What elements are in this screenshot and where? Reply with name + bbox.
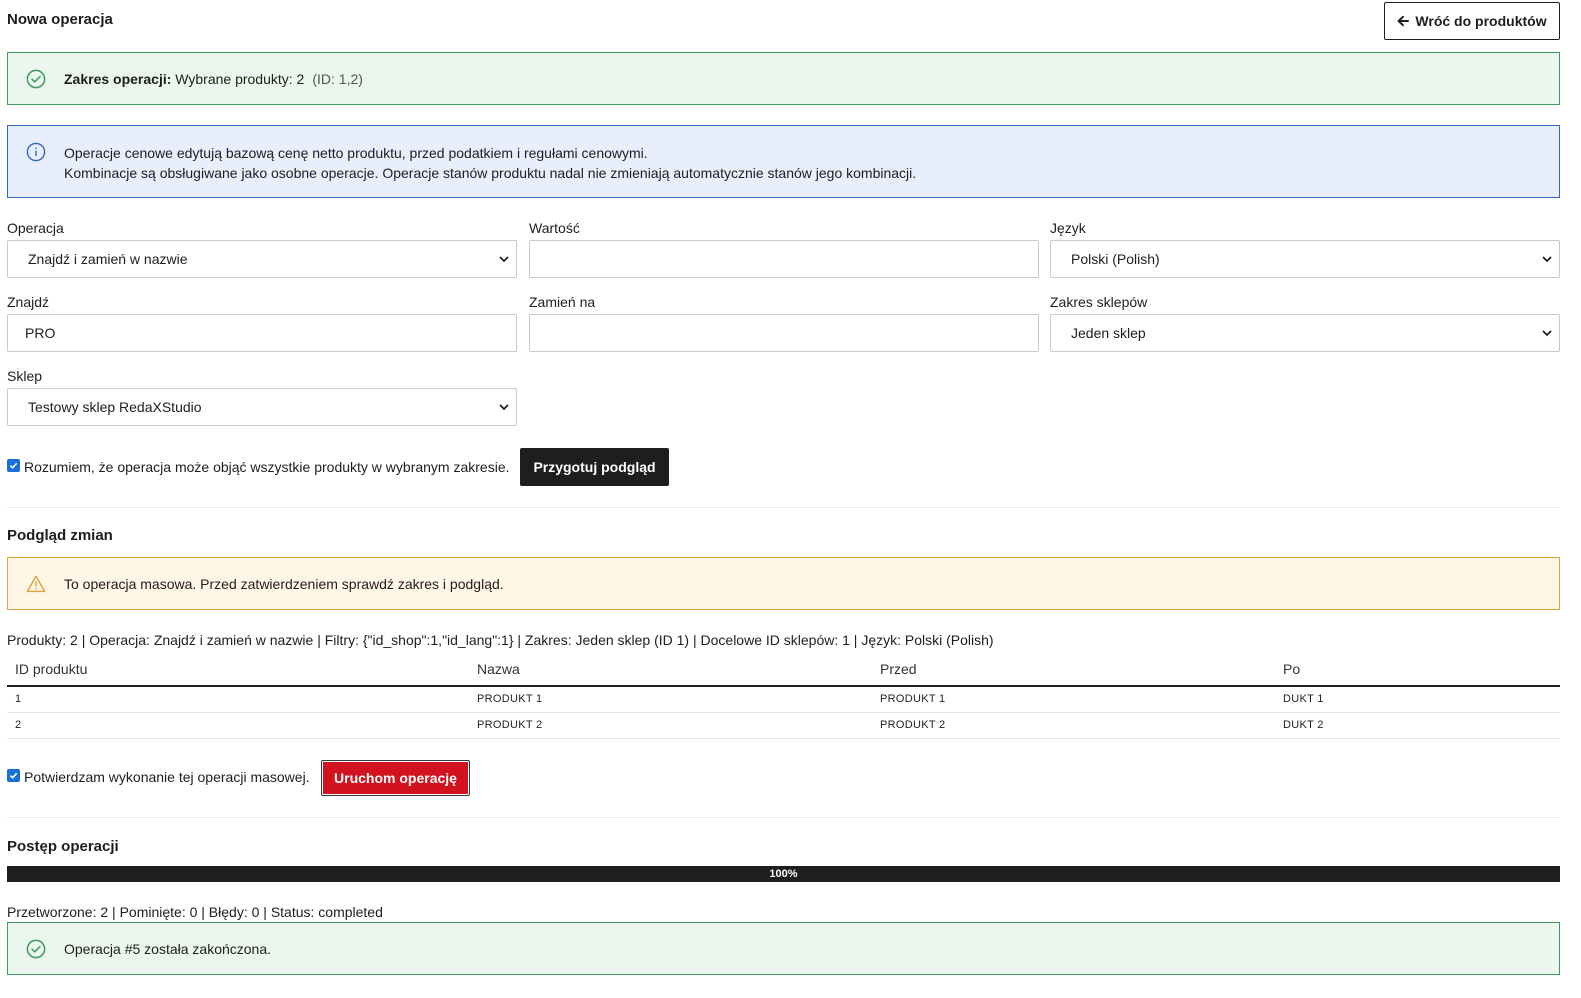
check-circle-icon	[26, 69, 46, 88]
cell-name: PRODUKT 2	[469, 712, 872, 739]
check-circle-icon	[26, 939, 46, 958]
replace-input-wrap	[529, 314, 1039, 352]
warning-triangle-icon	[26, 575, 46, 592]
confirm-scope-label: Rozumiem, że operacja może objąć wszystk…	[24, 459, 510, 475]
operation-label: Operacja	[7, 220, 64, 236]
confirm-scope-row: Rozumiem, że operacja może objąć wszystk…	[7, 457, 510, 477]
shop-scope-select-value: Jeden sklep	[1071, 325, 1146, 341]
shop-field: Sklep Testowy sklep RedaXStudio	[7, 368, 517, 426]
result-message: Operacja #5 została zakończona.	[64, 940, 272, 957]
shop-select[interactable]: Testowy sklep RedaXStudio	[7, 388, 517, 426]
language-label: Język	[1050, 220, 1086, 236]
scope-label: Zakres operacji:	[64, 70, 172, 87]
info-circle-icon	[26, 142, 46, 162]
column-header-id: ID produktu	[7, 653, 469, 687]
cell-before: PRODUKT 2	[872, 712, 1275, 739]
shop-scope-select[interactable]: Jeden sklep	[1050, 314, 1560, 352]
value-input[interactable]	[550, 241, 1038, 277]
progress-stats: Przetworzone: 2 | Pominięte: 0 | Błędy: …	[7, 904, 383, 920]
column-header-after: Po	[1275, 653, 1560, 687]
run-operation-button[interactable]: Uruchom operację	[321, 760, 470, 796]
progress-title: Postęp operacji	[7, 838, 119, 855]
preview-table: ID produktu Nazwa Przed Po 1 PRODUKT 1 P…	[7, 653, 1560, 739]
value-field: Wartość	[529, 220, 1039, 278]
prepare-preview-button[interactable]: Przygotuj podgląd	[520, 448, 669, 486]
progress-fill: 100%	[7, 866, 1560, 882]
replace-input[interactable]	[550, 315, 1038, 351]
back-button-label: Wróć do produktów	[1415, 13, 1547, 29]
scope-text: Wybrane produkty: 2	[175, 70, 305, 87]
find-field: Znajdź	[7, 294, 517, 352]
language-select[interactable]: Polski (Polish)	[1050, 240, 1560, 278]
scope-ids: (ID: 1,2)	[312, 70, 363, 87]
progress-bar: 100%	[7, 866, 1560, 882]
table-row: 1 PRODUKT 1 PRODUKT 1 DUKT 1	[7, 686, 1560, 713]
cell-id: 1	[7, 686, 469, 713]
chevron-down-icon	[1542, 330, 1552, 337]
operation-select-value: Znajdź i zamień w nazwie	[28, 251, 188, 267]
preview-title: Podgląd zmian	[7, 527, 113, 544]
shop-label: Sklep	[7, 368, 43, 384]
scope-alert: Zakres operacji: Wybrane produkty: 2 (ID…	[7, 52, 1560, 105]
chevron-down-icon	[499, 256, 509, 263]
confirm-run-row: Potwierdzam wykonanie tej operacji masow…	[7, 767, 310, 787]
operation-field: Operacja Znajdź i zamień w nazwie	[7, 220, 517, 278]
shop-scope-label: Zakres sklepów	[1050, 294, 1148, 310]
confirm-scope-checkbox[interactable]	[7, 459, 20, 472]
info-alert: Operacje cenowe edytują bazową cenę nett…	[7, 125, 1560, 198]
preview-summary: Produkty: 2 | Operacja: Znajdź i zamień …	[7, 632, 994, 648]
mass-operation-warning: To operacja masowa. Przed zatwierdzeniem…	[7, 557, 1560, 610]
divider	[7, 817, 1560, 818]
column-header-before: Przed	[872, 653, 1275, 687]
confirm-run-label: Potwierdzam wykonanie tej operacji masow…	[24, 769, 310, 785]
info-line-2: Kombinacje są obsługiwane jako osobne op…	[64, 165, 917, 181]
replace-field: Zamień na	[529, 294, 1039, 352]
operation-select[interactable]: Znajdź i zamień w nazwie	[7, 240, 517, 278]
result-alert: Operacja #5 została zakończona.	[7, 922, 1560, 975]
table-header-row: ID produktu Nazwa Przed Po	[7, 653, 1560, 687]
table-row: 2 PRODUKT 2 PRODUKT 2 DUKT 2	[7, 712, 1560, 739]
find-input[interactable]	[25, 315, 516, 351]
arrow-left-icon	[1398, 15, 1410, 27]
cell-after: DUKT 2	[1275, 712, 1560, 739]
header: Nowa operacja Wróć do produktów	[7, 0, 1560, 44]
page-title: Nowa operacja	[7, 11, 113, 28]
shop-select-value: Testowy sklep RedaXStudio	[28, 399, 202, 415]
value-input-wrap	[529, 240, 1039, 278]
find-input-wrap	[7, 314, 517, 352]
language-field: Język Polski (Polish)	[1050, 220, 1560, 278]
back-to-products-button[interactable]: Wróć do produktów	[1384, 2, 1560, 40]
cell-before: PRODUKT 1	[872, 686, 1275, 713]
checkmark-icon	[9, 462, 18, 469]
replace-label: Zamień na	[529, 294, 596, 310]
warning-text: To operacja masowa. Przed zatwierdzeniem…	[64, 575, 504, 592]
chevron-down-icon	[1542, 256, 1552, 263]
cell-after: DUKT 1	[1275, 686, 1560, 713]
info-text: Operacje cenowe edytują bazową cenę nett…	[64, 143, 916, 183]
progress-percent-label: 100%	[769, 868, 798, 880]
value-label: Wartość	[529, 220, 580, 236]
shop-scope-field: Zakres sklepów Jeden sklep	[1050, 294, 1560, 352]
info-line-1: Operacje cenowe edytują bazową cenę nett…	[64, 145, 648, 161]
language-select-value: Polski (Polish)	[1071, 251, 1160, 267]
chevron-down-icon	[499, 404, 509, 411]
checkmark-icon	[9, 772, 18, 779]
find-label: Znajdź	[7, 294, 50, 310]
cell-name: PRODUKT 1	[469, 686, 872, 713]
divider	[7, 507, 1560, 508]
cell-id: 2	[7, 712, 469, 739]
confirm-run-checkbox[interactable]	[7, 769, 20, 782]
column-header-name: Nazwa	[469, 653, 872, 687]
